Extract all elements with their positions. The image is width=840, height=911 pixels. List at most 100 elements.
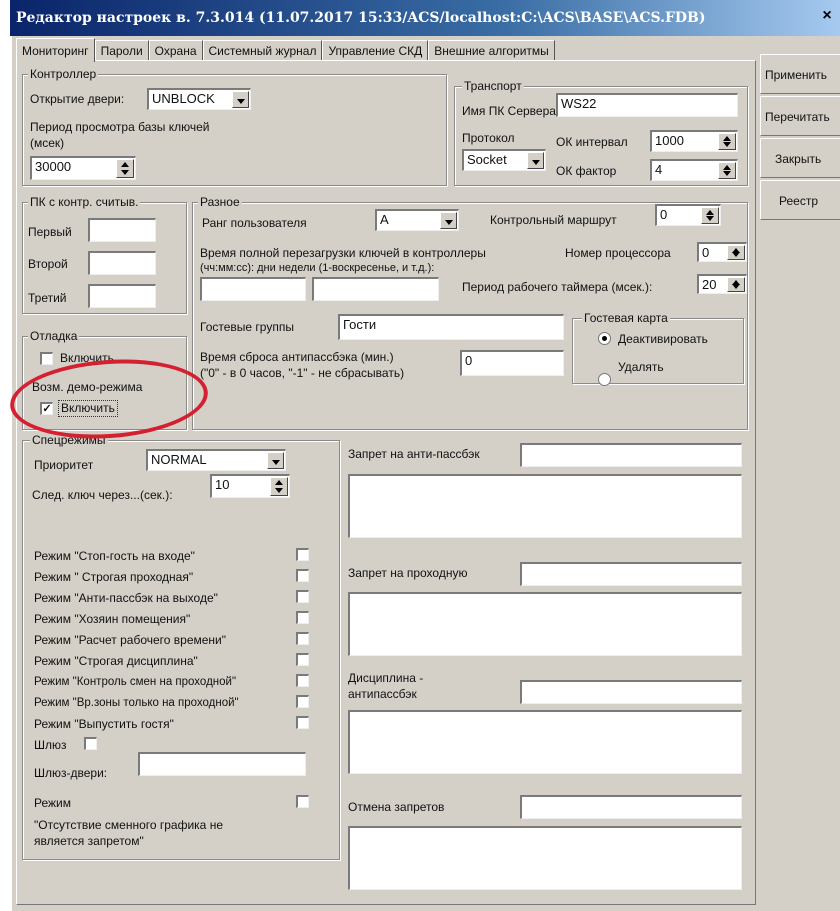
- mode-checkbox-7[interactable]: [296, 674, 309, 687]
- chevron-down-icon[interactable]: [440, 212, 457, 229]
- guest-groups-input[interactable]: Гости: [338, 314, 564, 340]
- protocol-select[interactable]: Socket: [462, 149, 546, 171]
- mode-checkbox-8[interactable]: [296, 695, 309, 708]
- spin-arrows-icon[interactable]: [727, 277, 745, 292]
- reader-second-input[interactable]: [88, 251, 156, 275]
- tab-system-log[interactable]: Системный журнал: [202, 40, 323, 61]
- priority-select[interactable]: NORMAL: [146, 449, 286, 471]
- guest-card-delete-radio[interactable]: [598, 373, 611, 386]
- window-title-bar[interactable]: Редактор настроек в. 7.3.014 (11.07.2017…: [10, 0, 840, 36]
- tab-external-algorithms[interactable]: Внешние алгоритмы: [428, 40, 555, 61]
- no-schedule-text-2: является запретом": [34, 834, 144, 848]
- spin-arrows-icon[interactable]: [718, 162, 736, 179]
- checkpoint-ban-label: Запрет на проходную: [348, 566, 468, 580]
- reload-days-input[interactable]: [312, 277, 439, 301]
- gateway-doors-input[interactable]: [138, 752, 306, 776]
- readers-group-title: ПК с контр. считыв.: [28, 195, 141, 209]
- spin-arrows-icon[interactable]: [718, 133, 736, 150]
- server-name-input[interactable]: WS22: [556, 93, 738, 117]
- mode-checkbox-6[interactable]: [296, 653, 309, 666]
- mode-label-1: Режим "Стоп-гость на входе": [34, 549, 195, 563]
- reader-first-label: Первый: [28, 225, 72, 239]
- key-period-stepper[interactable]: 30000: [30, 156, 136, 180]
- reload-time-label: Время полной перезагрузки ключей в контр…: [200, 246, 486, 260]
- mode-checkbox-1[interactable]: [296, 548, 309, 561]
- apply-button[interactable]: Применить: [760, 54, 840, 94]
- cpu-number-stepper[interactable]: 0: [697, 242, 747, 262]
- tab-acs-control[interactable]: Управление СКД: [322, 40, 429, 61]
- key-period-unit-label: (мсек): [30, 136, 65, 150]
- reread-button[interactable]: Перечитать: [760, 96, 840, 136]
- next-key-stepper[interactable]: 10: [210, 474, 290, 498]
- spin-arrows-icon[interactable]: [727, 245, 745, 260]
- mode-label-2: Режим " Строгая проходная": [34, 570, 194, 584]
- reader-third-input[interactable]: [88, 284, 156, 308]
- window-title: Редактор настроек в. 7.3.014 (11.07.2017…: [16, 10, 706, 26]
- no-schedule-mode-label: Режим: [34, 796, 71, 810]
- ok-interval-stepper[interactable]: 1000: [650, 130, 738, 152]
- guest-card-deactivate-label: Деактивировать: [618, 332, 708, 346]
- chevron-down-icon[interactable]: [267, 452, 284, 469]
- priority-label: Приоритет: [34, 458, 94, 472]
- reader-third-label: Третий: [28, 291, 67, 305]
- debug-group-title: Отладка: [28, 329, 80, 343]
- protocol-value: Socket: [467, 152, 507, 167]
- misc-group-title: Разное: [198, 195, 242, 209]
- gateway-label: Шлюз: [34, 738, 67, 752]
- gateway-checkbox[interactable]: [84, 737, 97, 750]
- mode-checkbox-9[interactable]: [296, 716, 309, 729]
- mode-checkbox-2[interactable]: [296, 569, 309, 582]
- work-timer-value: 20: [702, 277, 717, 292]
- cancel-bans-memo[interactable]: [348, 826, 742, 890]
- protocol-label: Протокол: [462, 131, 515, 145]
- next-key-label: След. ключ через...(сек.):: [32, 488, 173, 502]
- door-open-value: UNBLOCK: [152, 91, 215, 106]
- close-icon[interactable]: ×: [816, 6, 838, 28]
- mode-label-4: Режим "Хозяин помещения": [34, 612, 191, 626]
- reader-first-input[interactable]: [88, 218, 156, 242]
- checkpoint-ban-memo[interactable]: [348, 592, 742, 656]
- reload-time-input[interactable]: [200, 277, 306, 301]
- cancel-bans-input[interactable]: [520, 795, 742, 819]
- door-open-select[interactable]: UNBLOCK: [147, 88, 251, 110]
- guest-card-delete-label: Удалять: [618, 360, 664, 374]
- reload-days-label: (чч:мм:сс): дни недели (1-воскресенье, и…: [200, 262, 435, 274]
- user-rank-select[interactable]: A: [375, 209, 459, 231]
- registry-button[interactable]: Реестр: [760, 180, 840, 220]
- mode-checkbox-5[interactable]: [296, 632, 309, 645]
- spin-arrows-icon[interactable]: [701, 207, 719, 224]
- gateway-doors-label: Шлюз-двери:: [34, 766, 108, 780]
- debug-enable-checkbox[interactable]: [40, 352, 53, 365]
- mode-checkbox-4[interactable]: [296, 611, 309, 624]
- antipass-reset-input[interactable]: 0: [460, 350, 564, 376]
- close-button[interactable]: Закрыть: [760, 138, 840, 178]
- ok-interval-label: ОК интервал: [556, 135, 628, 149]
- discipline-label-2: антипассбэк: [348, 687, 417, 701]
- work-timer-stepper[interactable]: 20: [697, 274, 747, 294]
- guest-card-deactivate-radio[interactable]: [598, 332, 611, 345]
- checkpoint-ban-input[interactable]: [520, 562, 742, 586]
- chevron-down-icon[interactable]: [527, 152, 544, 169]
- mode-checkbox-3[interactable]: [296, 590, 309, 603]
- spin-arrows-icon[interactable]: [116, 159, 134, 178]
- discipline-memo[interactable]: [348, 710, 742, 774]
- spin-arrows-icon[interactable]: [270, 477, 288, 496]
- mode-label-3: Режим "Анти-пассбэк на выходе": [34, 591, 218, 605]
- guest-groups-label: Гостевые группы: [200, 320, 294, 334]
- controller-group-title: Контроллер: [28, 67, 99, 81]
- mode-label-6: Режим "Строгая дисциплина": [34, 654, 198, 668]
- no-schedule-checkbox[interactable]: [296, 795, 309, 808]
- tab-passwords[interactable]: Пароли: [94, 40, 149, 61]
- discipline-input[interactable]: [520, 680, 742, 704]
- chevron-down-icon[interactable]: [232, 91, 249, 108]
- ok-factor-label: ОК фактор: [556, 164, 617, 178]
- ok-factor-stepper[interactable]: 4: [650, 159, 738, 181]
- antipass-ban-memo[interactable]: [348, 474, 742, 538]
- tab-monitoring[interactable]: Мониторинг: [16, 38, 95, 62]
- user-rank-label: Ранг пользователя: [202, 216, 307, 230]
- antipass-ban-input[interactable]: [520, 443, 742, 467]
- control-route-stepper[interactable]: 0: [655, 204, 721, 226]
- transport-group-title: Транспорт: [462, 79, 524, 93]
- tab-security[interactable]: Охрана: [148, 40, 203, 61]
- next-key-value: 10: [215, 477, 230, 492]
